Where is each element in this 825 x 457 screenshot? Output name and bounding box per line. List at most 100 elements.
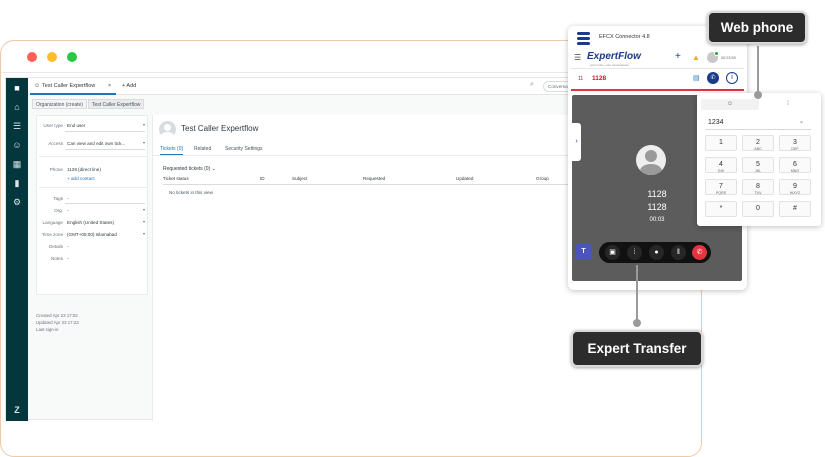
chat-icon[interactable]: ▤ [693, 74, 700, 82]
divider [39, 156, 147, 157]
home-icon[interactable]: ⌂ [11, 101, 23, 113]
dialpad-key[interactable]: 3 DEF [779, 135, 811, 151]
tab-close-icon[interactable]: × [108, 79, 111, 93]
dialpad-key-digit: 3 [793, 139, 797, 146]
admin-gear-icon[interactable]: ⚙ [11, 196, 23, 208]
dialpad-key[interactable]: 5 JKL [742, 157, 774, 173]
dial-number-input[interactable]: 1234 × [705, 116, 811, 130]
breadcrumb-user[interactable]: Test Caller Expertflow [88, 99, 145, 109]
window-minimize-dot[interactable] [47, 52, 57, 62]
logo-icon[interactable]: ■ [11, 82, 23, 94]
requested-tickets-dropdown[interactable]: Requested tickets (0) ⌄ [163, 166, 216, 172]
add-contact-link[interactable]: + add contact [67, 176, 95, 181]
expert-transfer-connector-line [636, 265, 638, 327]
call-control-bar: ▣ ⁞ ● ‖ ✆ [599, 242, 711, 263]
clear-icon[interactable]: × [800, 120, 803, 126]
bell-icon[interactable]: ▲ [692, 53, 700, 62]
customers-icon[interactable]: ☺ [11, 139, 23, 151]
efcx-logo-icon [577, 32, 590, 45]
tab-related[interactable]: Related [194, 146, 211, 152]
expert-transfer-connector-dot [633, 319, 641, 327]
dialpad-key-digit: 7 [719, 183, 723, 190]
dialpad-key-digit: 5 [756, 161, 760, 168]
tab-security-settings[interactable]: Security Settings [225, 146, 263, 152]
dialpad-key[interactable]: 1 [705, 135, 737, 151]
web-phone-connector-line [757, 46, 759, 95]
updated-meta: Updated Apr 23 17:23 [36, 320, 79, 325]
expertflow-logo: ExpertFlow [587, 51, 641, 62]
dialpad-key[interactable]: 6 MNO [779, 157, 811, 173]
access-select[interactable]: Can view and edit own tick... [67, 141, 139, 146]
language-select[interactable]: English (United States) [67, 220, 114, 225]
user-type-select[interactable]: End user [67, 123, 85, 128]
empty-tickets-message: No tickets in this view [169, 190, 213, 195]
org-select[interactable]: - [67, 208, 69, 213]
dial-number-value: 1234 [708, 119, 724, 126]
brand-tagline: your voice, your convenience [590, 63, 629, 67]
hang-up-icon[interactable]: ✆ [692, 245, 707, 260]
dialpad-key[interactable]: 0 [742, 201, 774, 217]
chevron-down-icon: ▾ [143, 207, 146, 212]
tags-input[interactable]: - [67, 196, 69, 201]
dialpad-key-letters: ABC [754, 147, 762, 151]
collapse-chevron-icon[interactable]: › [572, 123, 581, 161]
web-phone-callout: Web phone [707, 11, 807, 44]
breadcrumb-organization[interactable]: Organization (create) [32, 99, 87, 109]
time-zone-select[interactable]: (GMT+05:00) Islamabad [67, 232, 117, 237]
teams-icon[interactable]: T [575, 243, 592, 260]
menu-icon[interactable]: ☰ [574, 53, 581, 62]
hold-icon[interactable]: ‖ [671, 245, 686, 260]
phone-value[interactable]: 1128 (direct line) [67, 167, 101, 172]
dialpad-key-digit: 6 [793, 161, 797, 168]
dialpad-key-digit: 1 [719, 139, 723, 146]
chevron-down-icon: ▾ [143, 219, 146, 224]
connector-title: EFCX Connector 4.8 [599, 34, 650, 40]
org-label: Org. [54, 208, 63, 213]
dialpad-key[interactable]: 2 ABC [742, 135, 774, 151]
window-close-dot[interactable] [27, 52, 37, 62]
dialpad-key[interactable]: # [779, 201, 811, 217]
phone-label: Phone [49, 167, 63, 172]
organizations-icon[interactable]: ▦ [11, 158, 23, 170]
microphone-icon[interactable]: ● [649, 245, 664, 260]
dialpad-key-digit: # [793, 205, 797, 212]
dialpad-key[interactable]: 4 GHI [705, 157, 737, 173]
agent-state-timer: 00:23:59 [721, 56, 736, 60]
reporting-icon[interactable]: ▮ [11, 177, 23, 189]
add-icon[interactable]: + [675, 51, 681, 62]
header-updated[interactable]: Updated [456, 176, 473, 181]
details-input[interactable]: - [67, 244, 69, 249]
search-icon[interactable]: ⌕ [530, 81, 534, 89]
header-group[interactable]: Group [536, 176, 549, 181]
dialpad-icon[interactable]: ⁞ [627, 245, 642, 260]
phone-icon[interactable]: ✆ [707, 72, 719, 84]
chevron-down-icon: ▾ [143, 122, 146, 127]
contacts-tab-icon[interactable]: ☺ [701, 99, 759, 110]
keypad-tab-icon[interactable]: ⁞ [759, 99, 817, 110]
header-ticket-status[interactable]: Ticket status [163, 176, 189, 181]
notes-input[interactable]: - [67, 256, 69, 261]
dialpad-key[interactable]: 7 PQRS [705, 179, 737, 195]
tab-tickets[interactable]: Tickets (0) [160, 146, 184, 155]
window-maximize-dot[interactable] [67, 52, 77, 62]
tab-user[interactable]: ☺ Test Caller Expertflow × [30, 79, 116, 95]
field-underline [65, 149, 145, 150]
zendesk-z-icon[interactable]: Z [11, 404, 23, 416]
dialpad-key[interactable]: * [705, 201, 737, 217]
line-number: 1128 [592, 75, 607, 82]
dialpad-key[interactable]: 8 TUV [742, 179, 774, 195]
dialpad-key[interactable]: 9 WXYZ [779, 179, 811, 195]
screen-share-icon[interactable]: ▣ [605, 245, 620, 260]
dialpad-key-digit: 2 [756, 139, 760, 146]
user-icon: ☺ [34, 83, 41, 89]
nav-rail: ■ ⌂ ☰ ☺ ▦ ▮ ⚙ Z [6, 78, 28, 421]
views-icon[interactable]: ☰ [11, 120, 23, 132]
header-subject[interactable]: Subject [292, 176, 307, 181]
header-requested[interactable]: Requested [363, 176, 385, 181]
active-call-line[interactable]: 11 1128 ▤ ✆ i [571, 69, 744, 91]
header-id[interactable]: ID [260, 176, 265, 181]
add-tab-button[interactable]: + Add [122, 83, 136, 89]
agent-avatar[interactable] [707, 51, 719, 63]
details-label: Details [48, 244, 63, 249]
info-icon[interactable]: i [726, 72, 738, 84]
